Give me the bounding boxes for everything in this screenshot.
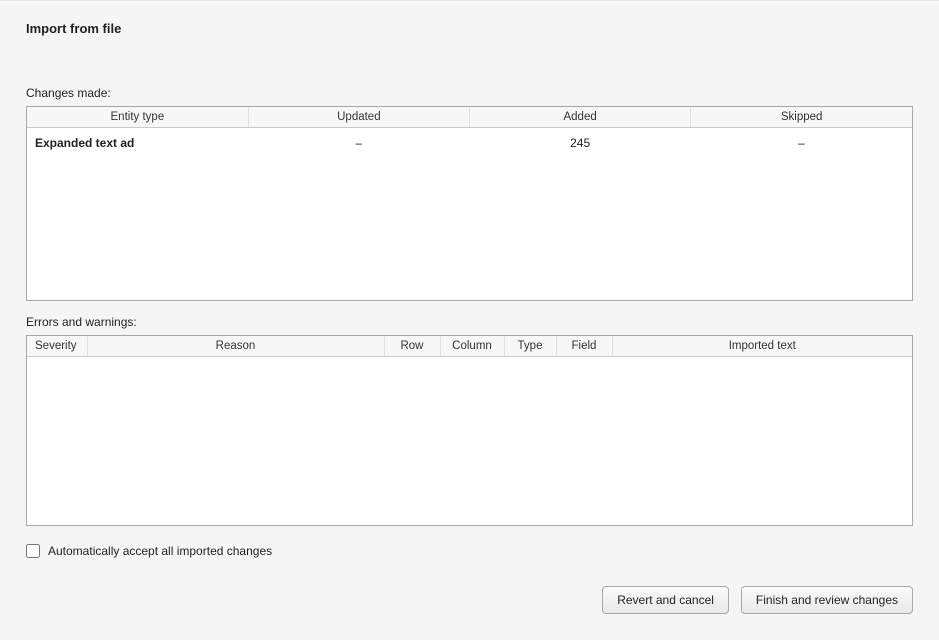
col-header-added[interactable]: Added [470,107,691,128]
import-dialog: Import from file Changes made: Entity ty… [0,0,939,640]
col-header-skipped[interactable]: Skipped [691,107,912,128]
col-header-imported-text[interactable]: Imported text [612,336,912,357]
col-header-reason[interactable]: Reason [87,336,384,357]
errors-warnings-label: Errors and warnings: [26,315,913,329]
col-header-updated[interactable]: Updated [248,107,469,128]
table-row[interactable]: Expanded text ad – 245 – [27,128,912,158]
col-header-entity-type[interactable]: Entity type [27,107,248,128]
auto-accept-label: Automatically accept all imported change… [48,544,272,558]
cell-added: 245 [470,128,691,158]
auto-accept-row: Automatically accept all imported change… [26,544,913,558]
changes-made-label: Changes made: [26,86,913,100]
changes-table: Entity type Updated Added Skipped [27,107,912,128]
changes-table-body[interactable]: Expanded text ad – 245 – [27,128,912,300]
changes-table-wrap: Entity type Updated Added Skipped Expand… [26,106,913,301]
cell-skipped: – [691,128,912,158]
errors-table: Severity Reason Row Column Type Field Im… [27,336,912,357]
errors-table-wrap: Severity Reason Row Column Type Field Im… [26,335,913,526]
auto-accept-checkbox[interactable] [26,544,40,558]
col-header-row[interactable]: Row [384,336,440,357]
cell-entity-type: Expanded text ad [27,128,248,158]
col-header-severity[interactable]: Severity [27,336,87,357]
col-header-field[interactable]: Field [556,336,612,357]
dialog-button-row: Revert and cancel Finish and review chan… [26,586,913,614]
revert-cancel-button[interactable]: Revert and cancel [602,586,729,614]
errors-table-body[interactable] [27,357,912,525]
page-title: Import from file [26,21,913,36]
col-header-column[interactable]: Column [440,336,504,357]
finish-review-button[interactable]: Finish and review changes [741,586,913,614]
cell-updated: – [248,128,469,158]
col-header-type[interactable]: Type [504,336,556,357]
